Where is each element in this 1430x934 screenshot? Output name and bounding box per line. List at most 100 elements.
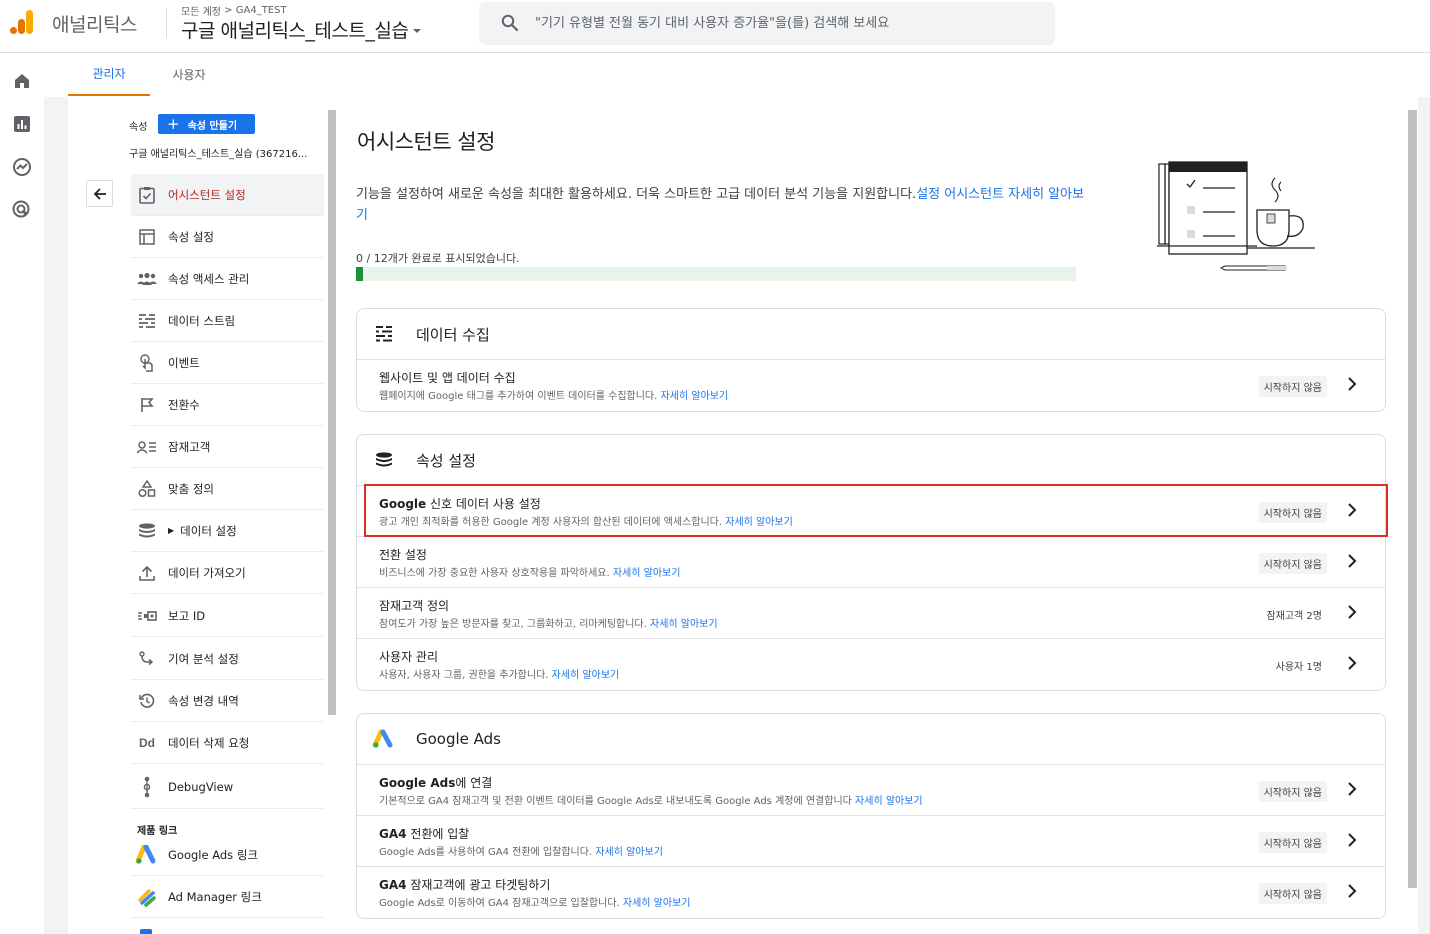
task-row-bid-on-conversions[interactable]: GA4 전환에 입찰 Google Ads를 사용하여 GA4 전환에 입찰합니… <box>357 816 1385 867</box>
task-row-conversions[interactable]: 전환 설정 비즈니스에 가장 중요한 사용자 상호작용을 파악하세요. 자세히 … <box>357 537 1385 588</box>
sidebar-item-access[interactable]: 속성 액세스 관리 <box>131 258 324 300</box>
task-title: GA4 잠재고객에 광고 타겟팅하기 <box>379 878 551 892</box>
task-title: GA4 전환에 입찰 <box>379 827 470 841</box>
chevron-right-icon[interactable] <box>1347 655 1357 671</box>
data-deletion-icon: Dd <box>139 735 155 750</box>
home-icon[interactable] <box>11 70 33 92</box>
property-settings-card: 속성 설정 Google 신호 데이터 사용 설정 광고 개인 최적화를 허용한… <box>356 434 1386 691</box>
progress-bar <box>356 267 1076 281</box>
advertising-icon[interactable] <box>11 199 33 221</box>
back-button[interactable] <box>86 180 113 207</box>
chevron-right-icon[interactable] <box>1347 781 1357 797</box>
task-description: 웹페이지에 Google 태그를 추가하여 이벤트 데이터를 수집합니다. 자세… <box>379 391 729 402</box>
task-row-web-app-data-collection[interactable]: 웹사이트 및 앱 데이터 수집 웹페이지에 Google 태그를 추가하여 이벤… <box>357 360 1385 411</box>
sidebar-item-google-ads-links[interactable]: Google Ads 링크 <box>131 834 324 876</box>
history-icon <box>136 690 158 712</box>
sidebar-item-ad-manager-links[interactable]: Ad Manager 링크 <box>131 876 324 918</box>
card-header: Google Ads <box>357 714 1385 765</box>
sidebar-item-change-history[interactable]: 속성 변경 내역 <box>131 680 324 722</box>
property-selector[interactable]: 구글 애널리틱스_테스트_실습 <box>181 16 422 43</box>
status-badge: 시작하지 않음 <box>1258 376 1327 397</box>
sidebar-item-assistant[interactable]: 어시스턴트 설정 <box>131 174 324 216</box>
sidebar-item-label: 속성 설정 <box>168 229 214 244</box>
reports-icon[interactable] <box>11 113 33 135</box>
sidebar-item-label: 속성 변경 내역 <box>168 693 239 708</box>
sidebar-item-label: 맞춤 정의 <box>168 481 214 496</box>
sidebar-item-label: 데이터 삭제 요청 <box>168 735 250 750</box>
chevron-right-icon[interactable] <box>1347 553 1357 569</box>
sidebar-item-custom-definitions[interactable]: 맞춤 정의 <box>131 468 324 510</box>
sidebar-item-label: 속성 액세스 관리 <box>168 271 250 286</box>
intro-text: 기능을 설정하여 새로운 속성을 최대한 활용하세요. 더욱 스마트한 고급 데… <box>356 184 1086 226</box>
search-bar[interactable] <box>479 2 1055 45</box>
sidebar-item-events[interactable]: 이벤트 <box>131 342 324 384</box>
caret-down-icon <box>412 28 422 34</box>
status-count: 사용자 1명 <box>1275 662 1322 673</box>
next-link-icon <box>140 929 152 934</box>
task-row-link-google-ads[interactable]: Google Ads에 연결 기본적으로 GA4 잠재고객 및 전환 이벤트 데… <box>357 765 1385 816</box>
sidebar-item-label: 전환수 <box>168 397 200 412</box>
sidebar-item-label: 데이터 스트림 <box>168 313 236 328</box>
chevron-right-icon[interactable] <box>1347 604 1357 620</box>
sidebar-item-debugview[interactable]: DebugView <box>131 765 324 809</box>
property-column-label: 속성 <box>129 122 148 133</box>
google-ads-icon <box>136 844 158 866</box>
sidebar-item-data-settings[interactable]: ▶ 데이터 설정 <box>131 510 324 552</box>
learn-more-link[interactable]: 자세히 알아보기 <box>623 898 691 909</box>
task-description: Google Ads를 사용하여 GA4 전환에 입찰합니다. 자세히 알아보기 <box>379 847 663 858</box>
property-dropdown[interactable]: 구글 애널리틱스_테스트_실습 (367216... <box>129 145 309 160</box>
create-property-label: 속성 만들기 <box>187 120 238 132</box>
learn-more-link[interactable]: 자세히 알아보기 <box>552 670 620 681</box>
explore-icon[interactable] <box>11 156 33 178</box>
learn-more-link[interactable]: 자세히 알아보기 <box>595 847 663 858</box>
audience-icon <box>136 436 158 458</box>
analytics-logo-icon[interactable] <box>9 8 35 36</box>
sidebar-item-label: 이벤트 <box>168 355 200 370</box>
search-input[interactable] <box>535 12 1035 34</box>
chevron-right-icon[interactable] <box>1347 376 1357 392</box>
tab-bar: 관리자 사용자 <box>44 53 1430 97</box>
card-header: 속성 설정 <box>357 435 1385 486</box>
main-scrollbar[interactable] <box>1408 110 1417 888</box>
plus-icon: + <box>167 114 180 133</box>
create-property-button[interactable]: + 속성 만들기 <box>158 114 255 134</box>
tab-admin[interactable]: 관리자 <box>68 53 150 96</box>
sidebar-item-data-deletion[interactable]: Dd 데이터 삭제 요청 <box>131 722 324 764</box>
page-title: 어시스턴트 설정 <box>357 130 495 154</box>
database-icon <box>371 447 397 473</box>
attribution-icon <box>136 648 158 670</box>
status-badge: 시작하지 않음 <box>1258 781 1327 802</box>
status-badge: 시작하지 않음 <box>1258 553 1327 574</box>
learn-more-link[interactable]: 자세히 알아보기 <box>661 391 729 402</box>
app-name: 애널리틱스 <box>52 14 137 36</box>
sidebar-item-label: 데이터 설정 <box>180 523 237 538</box>
chevron-right-icon[interactable] <box>1347 832 1357 848</box>
task-row-target-audiences[interactable]: GA4 잠재고객에 광고 타겟팅하기 Google Ads로 이동하여 GA4 … <box>357 867 1385 918</box>
task-row-user-management[interactable]: 사용자 관리 사용자, 사용자 그룹, 권한을 추가합니다. 자세히 알아보기 … <box>357 639 1385 690</box>
sidebar-item-property-settings[interactable]: 속성 설정 <box>131 216 324 258</box>
learn-more-link[interactable]: 자세히 알아보기 <box>613 568 681 579</box>
chevron-right-icon[interactable] <box>1347 883 1357 899</box>
sidebar-item-attribution[interactable]: 기여 분석 설정 <box>131 638 324 680</box>
sidebar-scrollbar[interactable] <box>328 110 336 715</box>
sidebar-item-reporting-identity[interactable]: 보고 ID <box>131 595 324 637</box>
breadcrumb-account[interactable]: GA4_TEST <box>236 5 287 16</box>
shapes-icon <box>136 478 158 500</box>
sidebar-item-label: DebugView <box>168 779 234 794</box>
notebook-coffee-illustration <box>1157 156 1317 274</box>
sidebar-item-audiences[interactable]: 잠재고객 <box>131 426 324 468</box>
learn-more-link[interactable]: 자세히 알아보기 <box>650 619 718 630</box>
task-title: 잠재고객 정의 <box>379 599 450 613</box>
sidebar-item-conversions[interactable]: 전환수 <box>131 384 324 426</box>
task-row-audiences[interactable]: 잠재고객 정의 참여도가 가장 높은 방문자를 찾고, 그룹화하고, 리마케팅합… <box>357 588 1385 639</box>
expand-triangle-icon[interactable]: ▶ <box>168 526 174 535</box>
learn-more-link[interactable]: 자세히 알아보기 <box>855 796 923 807</box>
upload-icon <box>136 562 158 584</box>
sidebar-item-data-import[interactable]: 데이터 가져오기 <box>131 552 324 594</box>
breadcrumb-separator: > <box>224 5 233 16</box>
sidebar-item-data-streams[interactable]: 데이터 스트림 <box>131 300 324 342</box>
tab-user[interactable]: 사용자 <box>150 53 228 96</box>
flag-icon <box>136 394 158 416</box>
card-header: 데이터 수집 <box>357 309 1385 360</box>
top-bar: 애널리틱스 모든 계정 > GA4_TEST 구글 애널리틱스_테스트_실습 <box>0 0 1430 53</box>
